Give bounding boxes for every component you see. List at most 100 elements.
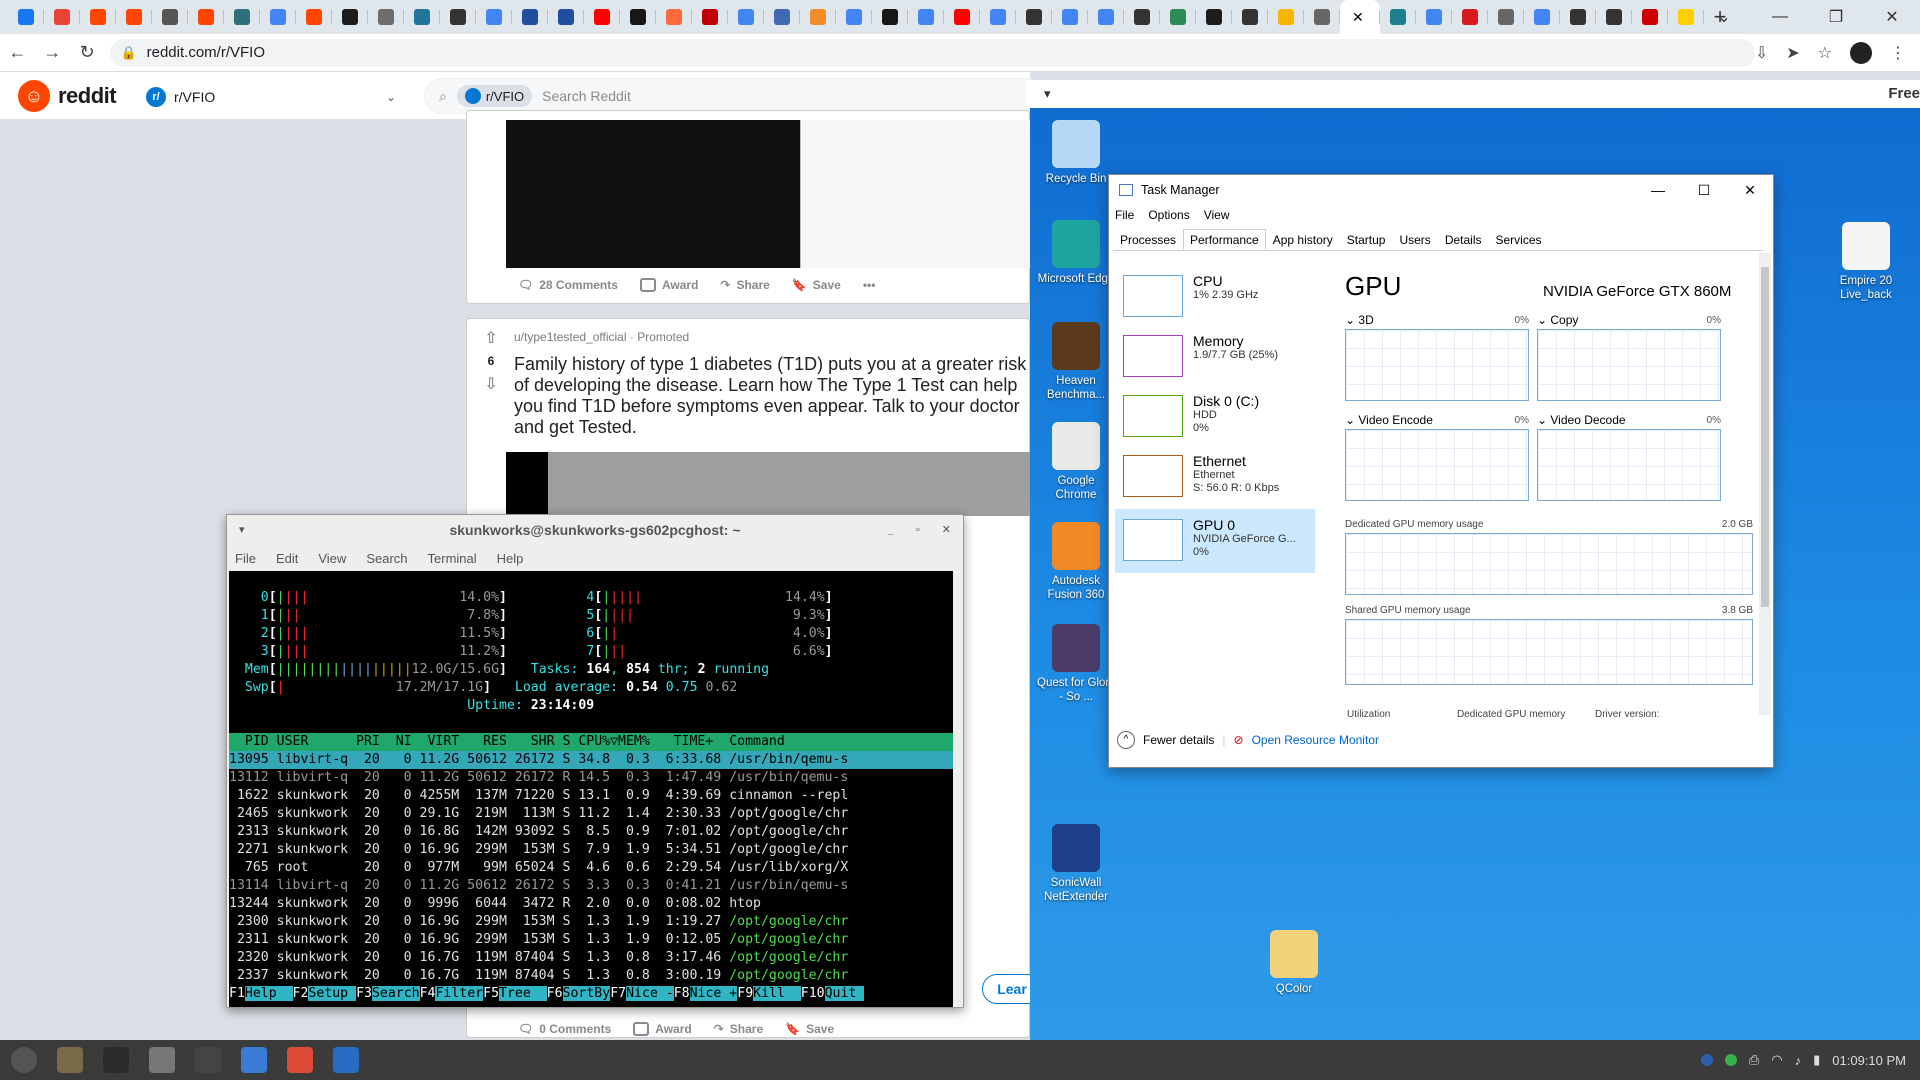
close-button[interactable]: ✕: [942, 515, 951, 545]
browser-tab[interactable]: [692, 0, 728, 34]
printer-icon[interactable]: ⎙: [1749, 1052, 1759, 1068]
post-author[interactable]: u/type1tested_official: [514, 330, 627, 344]
minimize-button[interactable]: _: [888, 515, 894, 545]
browser-tab[interactable]: [188, 0, 224, 34]
comments-button[interactable]: 🗨 0 Comments: [518, 1022, 611, 1036]
browser-tab[interactable]: [548, 0, 584, 34]
taskbar-app-button[interactable]: [4, 1043, 44, 1077]
process-row[interactable]: 2271 skunkwork 20 0 16.9G 299M 153M S 7.…: [229, 841, 953, 859]
bookmark-star-icon[interactable]: ☆: [1818, 43, 1832, 63]
browser-tab[interactable]: [1452, 0, 1488, 34]
browser-tab[interactable]: [944, 0, 980, 34]
browser-tab[interactable]: [404, 0, 440, 34]
browser-tab[interactable]: [440, 0, 476, 34]
tab-performance[interactable]: Performance: [1183, 229, 1266, 250]
community-dropdown[interactable]: r/ r/VFIO ⌄: [146, 84, 396, 110]
upvote-icon[interactable]: ⇧: [478, 328, 504, 348]
desktop-icon[interactable]: Autodesk Fusion 360: [1036, 522, 1116, 602]
save-button[interactable]: 🔖 Save: [785, 1022, 834, 1036]
menu-item[interactable]: File: [1115, 208, 1134, 222]
browser-tab[interactable]: [476, 0, 512, 34]
process-row[interactable]: 13112 libvirt-q 20 0 11.2G 50612 26172 R…: [229, 769, 953, 787]
browser-tab[interactable]: [224, 0, 260, 34]
browser-tab[interactable]: [1052, 0, 1088, 34]
browser-tab[interactable]: [332, 0, 368, 34]
perf-item-memory[interactable]: Memory 1.9/7.7 GB (25%): [1115, 325, 1315, 389]
perf-item-disk[interactable]: Disk 0 (C:) HDD 0%: [1115, 385, 1315, 449]
minimize-button[interactable]: —: [1635, 182, 1681, 199]
browser-tab[interactable]: [764, 0, 800, 34]
taskbar-app-button[interactable]: [280, 1043, 320, 1077]
save-button[interactable]: 🔖 Save: [792, 278, 841, 292]
browser-tab[interactable]: [1560, 0, 1596, 34]
browser-tab[interactable]: [584, 0, 620, 34]
reddit-logo[interactable]: ☺ reddit: [18, 80, 117, 112]
maximize-button[interactable]: ☐: [1681, 182, 1727, 199]
taskbar-app-button[interactable]: [188, 1043, 228, 1077]
chevron-up-icon[interactable]: ^: [1117, 731, 1135, 749]
browser-tab[interactable]: [1016, 0, 1052, 34]
clock[interactable]: 01:09:10 PM: [1832, 1053, 1906, 1068]
browser-tab[interactable]: [1232, 0, 1268, 34]
reload-icon[interactable]: ↻: [70, 42, 105, 63]
browser-tab[interactable]: [1124, 0, 1160, 34]
desktop-icon[interactable]: Google Chrome: [1036, 422, 1116, 502]
downvote-icon[interactable]: ⇩: [478, 374, 504, 394]
process-row[interactable]: 2337 skunkwork 20 0 16.7G 119M 87404 S 1…: [229, 967, 953, 985]
fewer-details-link[interactable]: Fewer details: [1143, 733, 1214, 747]
taskbar-app-button[interactable]: [142, 1043, 182, 1077]
restore-button[interactable]: ❐: [1808, 7, 1864, 27]
desktop-icon[interactable]: SonicWall NetExtender: [1036, 824, 1116, 904]
browser-tab[interactable]: [296, 0, 332, 34]
htop-output[interactable]: 0[|||| 14.0%] 4[||||| 14.4%] 1[||| 7.8%]…: [229, 571, 953, 1007]
tab-processes[interactable]: Processes: [1113, 229, 1183, 250]
tab-search-icon[interactable]: ⌄: [1696, 7, 1752, 27]
process-row[interactable]: 1622 skunkwork 20 0 4255M 137M 71220 S 1…: [229, 787, 953, 805]
perf-item-cpu[interactable]: CPU 1% 2.39 GHz: [1115, 265, 1315, 329]
battery-icon[interactable]: ▮: [1813, 1052, 1820, 1068]
tab-details[interactable]: Details: [1438, 229, 1489, 250]
desktop-icon[interactable]: Heaven Benchma...: [1036, 322, 1116, 402]
browser-tab[interactable]: [620, 0, 656, 34]
process-row[interactable]: 13095 libvirt-q 20 0 11.2G 50612 26172 S…: [229, 751, 953, 769]
process-row[interactable]: 2313 skunkwork 20 0 16.8G 142M 93092 S 8…: [229, 823, 953, 841]
send-icon[interactable]: ➤: [1786, 43, 1799, 63]
scrollbar[interactable]: [1759, 253, 1771, 715]
post-image[interactable]: [506, 452, 1030, 516]
browser-tab[interactable]: [1304, 0, 1340, 34]
browser-tab[interactable]: ✕: [1340, 0, 1380, 34]
comments-button[interactable]: 🗨 28 Comments: [518, 278, 618, 292]
award-button[interactable]: Award: [639, 278, 698, 292]
process-row[interactable]: 765 root 20 0 977M 99M 65024 S 4.6 0.6 2…: [229, 859, 953, 877]
desktop-icon[interactable]: Empire 20 Live_back: [1826, 222, 1906, 302]
browser-tab[interactable]: [1268, 0, 1304, 34]
terminal-menu-item[interactable]: View: [318, 551, 346, 566]
minimize-button[interactable]: —: [1752, 8, 1808, 26]
browser-tab[interactable]: [836, 0, 872, 34]
post-image[interactable]: [506, 120, 1030, 268]
browser-tab[interactable]: [1488, 0, 1524, 34]
browser-tab[interactable]: [8, 0, 44, 34]
tab-users[interactable]: Users: [1392, 229, 1437, 250]
terminal-menu-item[interactable]: File: [235, 551, 256, 566]
keyboard-icon[interactable]: [1700, 1054, 1713, 1066]
terminal-menu-item[interactable]: Help: [497, 551, 524, 566]
forward-icon[interactable]: →: [35, 42, 70, 63]
menu-item[interactable]: Options: [1148, 208, 1189, 222]
browser-tab[interactable]: [800, 0, 836, 34]
taskbar-app-button[interactable]: [96, 1043, 136, 1077]
browser-tab[interactable]: [908, 0, 944, 34]
search-community-chip[interactable]: r/VFIO: [456, 85, 533, 107]
share-button[interactable]: ↷ Share: [720, 278, 769, 292]
share-button[interactable]: ↷ Share: [714, 1022, 763, 1036]
browser-tab[interactable]: [512, 0, 548, 34]
back-icon[interactable]: ←: [0, 42, 35, 63]
engine-label[interactable]: ⌄ Video Decode: [1537, 413, 1626, 427]
engine-label[interactable]: ⌄ 3D: [1345, 313, 1374, 327]
desktop-icon[interactable]: QColor: [1254, 930, 1334, 996]
tab-app-history[interactable]: App history: [1266, 229, 1340, 250]
browser-tab[interactable]: [44, 0, 80, 34]
terminal-menu-item[interactable]: Edit: [276, 551, 298, 566]
tab-services[interactable]: Services: [1489, 229, 1549, 250]
terminal-menu-item[interactable]: Terminal: [428, 551, 477, 566]
